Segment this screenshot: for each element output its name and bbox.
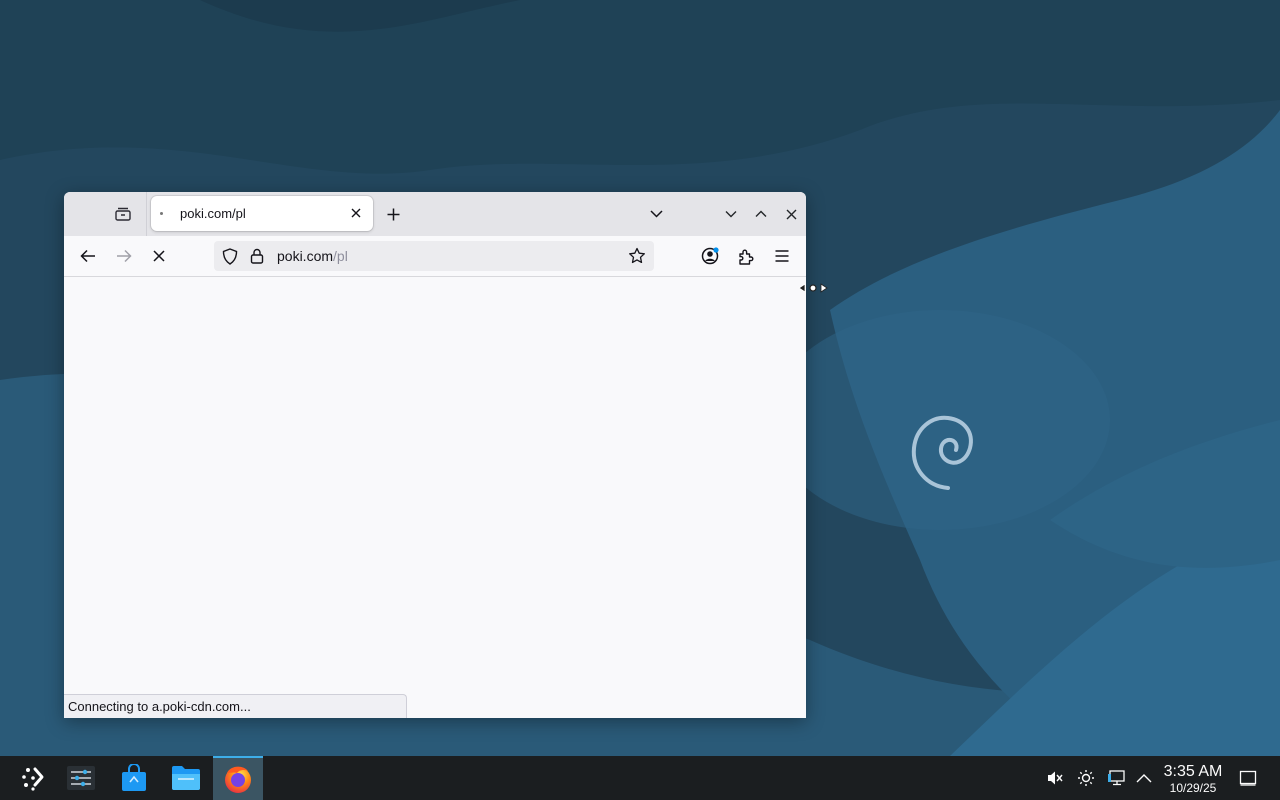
clock-date: 10/29/25 xyxy=(1169,781,1217,795)
url-path: /pl xyxy=(333,248,348,264)
brightness-icon xyxy=(1078,770,1094,786)
close-icon xyxy=(786,209,796,219)
stop-icon xyxy=(153,250,165,262)
plus-icon xyxy=(387,208,399,220)
lock-icon[interactable] xyxy=(250,248,264,264)
back-button[interactable] xyxy=(74,242,102,270)
digital-clock[interactable]: 3:35 AM 10/29/25 xyxy=(1158,763,1228,795)
stop-loading-button[interactable] xyxy=(145,242,173,270)
account-icon xyxy=(701,247,719,265)
network-icon xyxy=(1108,770,1125,786)
forward-arrow-icon xyxy=(117,249,132,263)
url-host: poki.com xyxy=(277,248,334,264)
network-button[interactable] xyxy=(1106,768,1126,788)
store-bag-icon xyxy=(122,764,146,791)
brightness-button[interactable] xyxy=(1076,768,1096,788)
browser-window: poki.com/pl poki.com/pl Connecting to a.… xyxy=(64,192,806,718)
puzzle-piece-icon xyxy=(739,249,754,265)
close-window-button[interactable] xyxy=(778,200,804,228)
clock-time: 3:35 AM xyxy=(1163,763,1223,780)
app-menu-button[interactable] xyxy=(768,242,796,270)
debian-launcher-icon xyxy=(22,767,44,791)
folder-icon xyxy=(172,766,200,790)
taskbar: 3:35 AM 10/29/25 xyxy=(0,756,1280,800)
forward-button[interactable] xyxy=(110,242,138,270)
list-all-tabs-button[interactable] xyxy=(642,200,670,228)
system-settings-button[interactable] xyxy=(56,756,106,800)
volume-button[interactable] xyxy=(1045,768,1065,788)
page-content[interactable] xyxy=(64,277,806,718)
tab-loading-icon xyxy=(160,212,163,215)
maximize-icon xyxy=(755,210,767,217)
chevron-down-icon xyxy=(649,210,663,218)
close-icon xyxy=(351,208,361,218)
account-button[interactable] xyxy=(696,242,724,270)
url-text: poki.com/pl xyxy=(277,248,348,264)
tracking-protection-shield-icon[interactable] xyxy=(222,248,238,265)
url-bar[interactable]: poki.com/pl xyxy=(214,241,654,271)
notification-panel-icon xyxy=(1239,770,1257,786)
maximize-button[interactable] xyxy=(748,200,774,228)
show-desktop-button[interactable] xyxy=(1238,768,1258,788)
status-panel: Connecting to a.poki-cdn.com... xyxy=(64,694,407,718)
resize-cursor-icon xyxy=(798,283,828,293)
file-manager-button[interactable] xyxy=(161,756,211,800)
new-tab-button[interactable] xyxy=(380,201,406,227)
debian-swirl-logo xyxy=(911,415,973,490)
tray-expand-button[interactable] xyxy=(1134,768,1154,788)
tab-separator xyxy=(146,192,147,236)
tab-close-button[interactable] xyxy=(345,202,367,224)
chevron-up-icon xyxy=(1136,774,1152,783)
navigation-toolbar: poki.com/pl xyxy=(64,236,806,277)
hamburger-menu-icon xyxy=(775,250,789,262)
firefox-taskbar-button[interactable] xyxy=(213,756,263,800)
application-launcher-button[interactable] xyxy=(8,756,58,800)
tab-bar: poki.com/pl xyxy=(64,192,806,236)
minimize-icon xyxy=(725,211,737,218)
back-arrow-icon xyxy=(80,249,95,263)
bookmark-star-icon[interactable] xyxy=(628,247,646,265)
tab-manager-button[interactable] xyxy=(108,200,138,228)
discover-store-button[interactable] xyxy=(109,756,159,800)
minimize-button[interactable] xyxy=(718,200,744,228)
settings-sliders-icon xyxy=(67,766,95,790)
firefox-icon xyxy=(225,766,251,793)
extensions-button[interactable] xyxy=(732,242,760,270)
tab-manager-icon xyxy=(115,207,131,221)
volume-muted-icon xyxy=(1048,771,1063,785)
tab-active[interactable]: poki.com/pl xyxy=(151,196,373,231)
tab-title: poki.com/pl xyxy=(180,206,246,221)
